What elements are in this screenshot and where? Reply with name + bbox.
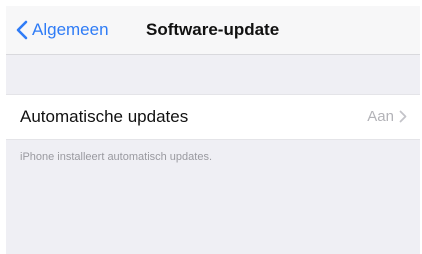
- screen: Algemeen Software-update Automatische up…: [0, 0, 422, 254]
- chevron-right-icon: [399, 110, 407, 123]
- back-button[interactable]: Algemeen: [16, 19, 109, 41]
- page-title: Software-update: [146, 20, 280, 39]
- back-button-label: Algemeen: [32, 20, 109, 39]
- settings-page: Algemeen Software-update Automatische up…: [6, 6, 420, 254]
- chevron-left-icon: [16, 20, 32, 40]
- automatic-updates-row[interactable]: Automatische updates Aan: [6, 94, 420, 140]
- navigation-bar: Algemeen Software-update: [6, 6, 420, 55]
- automatic-updates-label: Automatische updates: [20, 107, 189, 126]
- automatic-updates-value: Aan: [367, 108, 394, 125]
- automatic-updates-footer: iPhone installeert automatisch updates.: [20, 151, 213, 163]
